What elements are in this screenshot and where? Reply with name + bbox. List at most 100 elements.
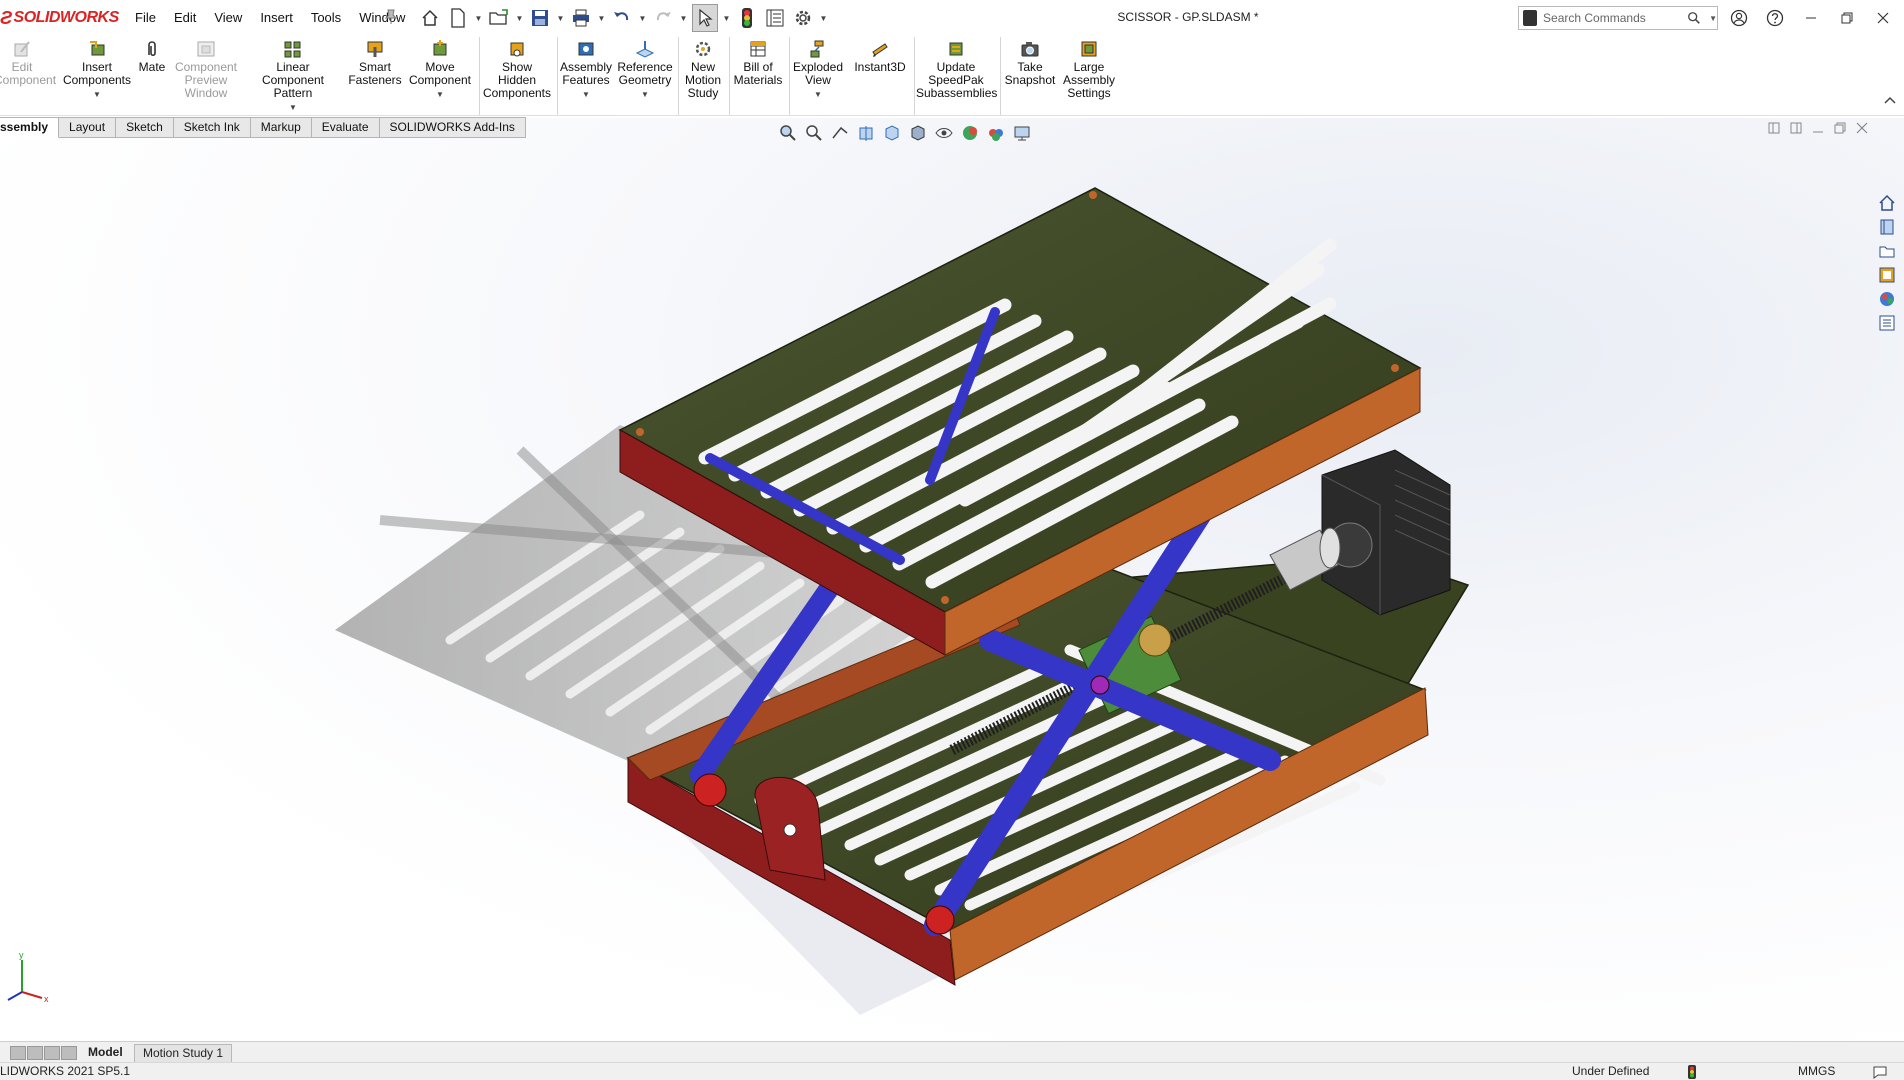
zoom-to-area-icon bbox=[806, 125, 822, 141]
hide-show-items-button[interactable] bbox=[934, 123, 954, 143]
bill-of-materials-button[interactable]: Bill of Materials bbox=[730, 39, 786, 87]
command-manager-tabs: ssembly Layout Sketch Sketch Ink Markup … bbox=[0, 117, 526, 138]
appearance-sphere-icon bbox=[963, 126, 977, 140]
view-settings-button[interactable] bbox=[1012, 123, 1032, 143]
tab-layout[interactable]: Layout bbox=[59, 117, 117, 138]
edit-component-label-1: Edit bbox=[11, 60, 33, 74]
scissor-lift-model[interactable] bbox=[0, 118, 1904, 1043]
graphics-area[interactable] bbox=[0, 118, 1904, 1043]
quick-tips-icon[interactable] bbox=[1872, 1065, 1888, 1079]
viewport-restore-icon[interactable] bbox=[1834, 122, 1846, 134]
insert-components-dropdown-icon[interactable]: ▼ bbox=[62, 88, 132, 101]
camera-icon bbox=[1021, 42, 1039, 57]
zoom-to-area-button[interactable] bbox=[804, 123, 824, 143]
edit-component-label-2: Component bbox=[0, 73, 57, 87]
tile-right-icon[interactable] bbox=[1790, 122, 1802, 134]
search-input[interactable] bbox=[1541, 10, 1688, 26]
last-tab-button[interactable] bbox=[61, 1046, 77, 1060]
component-preview-label-3: Window bbox=[184, 86, 228, 100]
tile-left-icon[interactable] bbox=[1768, 122, 1780, 134]
edit-appearance-button[interactable] bbox=[960, 123, 980, 143]
view-palette-icon bbox=[1879, 267, 1895, 283]
previous-view-button[interactable] bbox=[830, 123, 850, 143]
apply-scene-button[interactable] bbox=[986, 123, 1006, 143]
large-assembly-settings-button[interactable]: Large Assembly Settings bbox=[1060, 39, 1118, 100]
next-tab-button[interactable] bbox=[44, 1046, 60, 1060]
show-hidden-components-button[interactable]: Show Hidden Components bbox=[480, 39, 554, 100]
component-preview-window-button[interactable]: Component Preview Window bbox=[172, 39, 240, 100]
help-button[interactable] bbox=[1760, 8, 1790, 28]
insert-components-button[interactable]: Insert Components ▼ bbox=[62, 39, 132, 101]
version-text: LIDWORKS 2021 SP5.1 bbox=[0, 1064, 131, 1078]
task-pane-home[interactable] bbox=[1876, 192, 1898, 214]
move-component-label-2: Component bbox=[408, 73, 472, 87]
view-orientation-icon bbox=[885, 125, 899, 141]
mate-label: Mate bbox=[138, 60, 166, 74]
document-title: SCISSOR - GP.SLDASM * bbox=[1117, 10, 1259, 24]
linear-component-pattern-button[interactable]: Linear Component Pattern ▼ bbox=[244, 39, 342, 114]
take-snapshot-label-2: Snapshot bbox=[1004, 73, 1056, 87]
mate-button[interactable]: Mate bbox=[138, 39, 166, 74]
task-pane-view-palette[interactable] bbox=[1876, 264, 1898, 286]
large-assembly-icon bbox=[1081, 41, 1097, 57]
take-snapshot-button[interactable]: Take Snapshot bbox=[1002, 39, 1058, 87]
task-pane-design-library[interactable] bbox=[1876, 216, 1898, 238]
home-icon bbox=[1879, 194, 1895, 211]
tab-assembly[interactable]: ssembly bbox=[0, 117, 60, 138]
rebuild-status-icon[interactable] bbox=[1688, 1065, 1696, 1079]
new-motion-study-label-1: New bbox=[690, 60, 715, 74]
smart-fasteners-button[interactable]: Smart Fasteners bbox=[346, 39, 404, 87]
tab-sketch[interactable]: Sketch bbox=[116, 117, 174, 138]
task-pane-file-explorer[interactable] bbox=[1876, 240, 1898, 262]
bill-of-materials-label-1: Bill of bbox=[743, 60, 773, 74]
collapse-ribbon-button[interactable] bbox=[1884, 95, 1898, 109]
move-component-button[interactable]: Move Component ▼ bbox=[408, 39, 472, 101]
linear-pattern-dropdown-icon[interactable]: ▼ bbox=[244, 101, 342, 114]
folder-icon bbox=[1879, 246, 1895, 258]
assembly-features-dropdown-icon[interactable]: ▼ bbox=[558, 88, 614, 101]
search-dropdown-icon[interactable]: ▼ bbox=[1709, 14, 1717, 23]
view-orientation-button[interactable] bbox=[882, 123, 902, 143]
tab-scroll-buttons bbox=[10, 1046, 77, 1060]
assembly-features-label-2: Features bbox=[562, 73, 610, 87]
edit-component-button[interactable]: Edit Component bbox=[0, 39, 56, 87]
tab-model[interactable]: Model bbox=[80, 1044, 131, 1061]
task-pane-custom-properties[interactable] bbox=[1876, 312, 1898, 334]
first-tab-button[interactable] bbox=[10, 1046, 26, 1060]
new-motion-study-button[interactable]: New Motion Study bbox=[680, 39, 726, 100]
large-assembly-label-1: Large bbox=[1073, 60, 1105, 74]
exploded-view-dropdown-icon[interactable]: ▼ bbox=[790, 88, 846, 101]
insert-components-label-2: Components bbox=[62, 73, 132, 87]
section-view-button[interactable] bbox=[856, 123, 876, 143]
tab-motion-study-1[interactable]: Motion Study 1 bbox=[134, 1044, 233, 1063]
user-account-button[interactable] bbox=[1724, 8, 1754, 28]
reference-geometry-dropdown-icon[interactable]: ▼ bbox=[616, 88, 674, 101]
search-box[interactable]: ▼ bbox=[1518, 6, 1718, 30]
search-icon[interactable] bbox=[1687, 10, 1701, 26]
move-component-label-1: Move bbox=[425, 60, 455, 74]
exploded-view-button[interactable]: Exploded View ▼ bbox=[790, 39, 846, 101]
tab-solidworks-add-ins[interactable]: SOLIDWORKS Add-Ins bbox=[379, 117, 526, 138]
paperclip-icon bbox=[148, 41, 156, 57]
display-style-button[interactable] bbox=[908, 123, 928, 143]
command-separator bbox=[914, 37, 915, 115]
definition-status: Under Defined bbox=[1572, 1064, 1650, 1078]
tab-sketch-ink[interactable]: Sketch Ink bbox=[173, 117, 251, 138]
close-window-button[interactable] bbox=[1868, 8, 1898, 28]
reference-geometry-button[interactable]: Reference Geometry ▼ bbox=[616, 39, 674, 101]
tab-evaluate[interactable]: Evaluate bbox=[311, 117, 380, 138]
zoom-to-fit-button[interactable] bbox=[778, 123, 798, 143]
restore-window-button[interactable] bbox=[1832, 8, 1862, 28]
viewport-close-icon[interactable] bbox=[1856, 122, 1868, 134]
unit-system[interactable]: MMGS bbox=[1798, 1063, 1835, 1080]
tab-markup[interactable]: Markup bbox=[250, 117, 312, 138]
assembly-features-button[interactable]: Assembly Features ▼ bbox=[558, 39, 614, 101]
move-component-dropdown-icon[interactable]: ▼ bbox=[408, 88, 472, 101]
preview-window-icon bbox=[197, 41, 215, 57]
update-speedpak-button[interactable]: Update SpeedPak Subassemblies bbox=[916, 39, 997, 100]
viewport-minimize-icon[interactable] bbox=[1812, 122, 1824, 134]
minimize-window-button[interactable] bbox=[1796, 8, 1826, 28]
prev-tab-button[interactable] bbox=[27, 1046, 43, 1060]
task-pane-appearances[interactable] bbox=[1876, 288, 1898, 310]
instant3d-button[interactable]: Instant3D bbox=[852, 39, 908, 74]
